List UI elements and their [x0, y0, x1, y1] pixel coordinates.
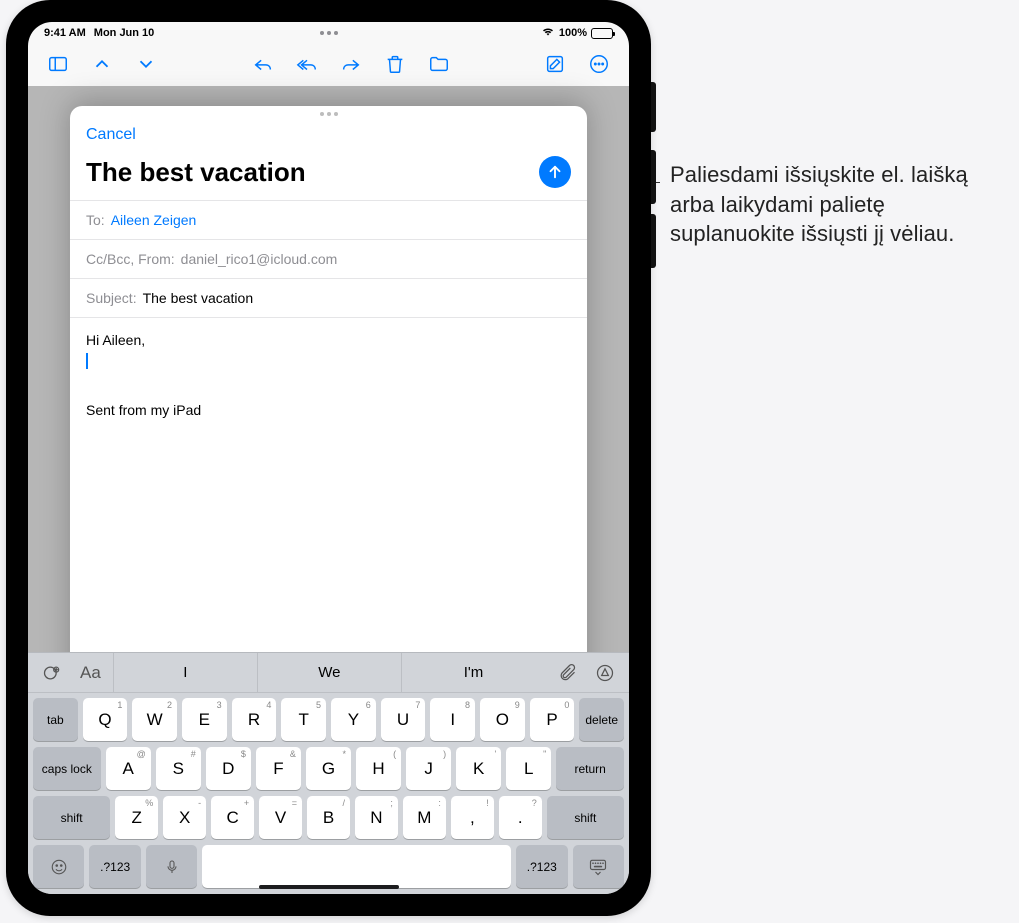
sidebar-toggle-button[interactable] [38, 46, 78, 82]
hide-keyboard-key[interactable] [573, 845, 624, 888]
cc-bcc-from-field[interactable]: Cc/Bcc, From: daniel_rico1@icloud.com [70, 239, 587, 278]
stickers-button[interactable] [36, 658, 68, 688]
key-a[interactable]: A@ [106, 747, 151, 790]
return-key[interactable]: return [556, 747, 624, 790]
sheet-grabber[interactable] [70, 106, 587, 116]
next-message-button[interactable] [126, 46, 166, 82]
key-g[interactable]: G* [306, 747, 351, 790]
battery-icon [591, 28, 613, 39]
key-x[interactable]: X- [163, 796, 206, 839]
volume-up-button [651, 150, 656, 204]
signature: Sent from my iPad [86, 400, 571, 421]
key-h[interactable]: H( [356, 747, 401, 790]
compose-title: The best vacation [86, 157, 306, 188]
arrow-up-icon [546, 163, 564, 181]
send-button[interactable] [539, 156, 571, 188]
format-button[interactable]: Aa [74, 658, 107, 688]
key-p[interactable]: P0 [530, 698, 575, 741]
key-u[interactable]: U7 [381, 698, 426, 741]
markup-button[interactable] [589, 658, 621, 688]
key-i[interactable]: I8 [430, 698, 475, 741]
dictation-key[interactable] [146, 845, 197, 888]
key-d[interactable]: D$ [206, 747, 251, 790]
prediction-2[interactable]: We [257, 653, 401, 692]
prediction-1[interactable]: I [113, 653, 257, 692]
forward-button[interactable] [331, 46, 371, 82]
space-key[interactable] [202, 845, 511, 888]
delete-key[interactable]: delete [579, 698, 624, 741]
key-.[interactable]: .? [499, 796, 542, 839]
prev-message-button[interactable] [82, 46, 122, 82]
prediction-3[interactable]: I'm [401, 653, 545, 692]
key-k[interactable]: K' [456, 747, 501, 790]
key-o[interactable]: O9 [480, 698, 525, 741]
key-l[interactable]: L" [506, 747, 551, 790]
home-indicator[interactable] [259, 885, 399, 889]
key-j[interactable]: J) [406, 747, 451, 790]
key-r[interactable]: R4 [232, 698, 277, 741]
key-z[interactable]: Z% [115, 796, 158, 839]
text-cursor [86, 353, 88, 369]
key-y[interactable]: Y6 [331, 698, 376, 741]
shift-right-key[interactable]: shift [547, 796, 624, 839]
multitasking-dots[interactable] [320, 31, 338, 35]
mail-toolbar [28, 42, 629, 86]
key-m[interactable]: M: [403, 796, 446, 839]
cc-label: Cc/Bcc, From: [86, 251, 175, 267]
cancel-button[interactable]: Cancel [86, 126, 136, 144]
key-c[interactable]: C+ [211, 796, 254, 839]
battery-percent: 100% [559, 27, 587, 39]
numbers-left-key[interactable]: .?123 [89, 845, 140, 888]
move-button[interactable] [419, 46, 459, 82]
emoji-key[interactable] [33, 845, 84, 888]
key-b[interactable]: B/ [307, 796, 350, 839]
compose-button[interactable] [535, 46, 575, 82]
key-s[interactable]: S# [156, 747, 201, 790]
to-label: To: [86, 212, 105, 228]
shift-left-key[interactable]: shift [33, 796, 110, 839]
to-recipient[interactable]: Aileen Zeigen [111, 212, 197, 228]
power-button [651, 82, 656, 132]
ipad-device-frame: 9:41 AM Mon Jun 10 100% [6, 0, 651, 916]
numbers-right-key[interactable]: .?123 [516, 845, 567, 888]
status-date: Mon Jun 10 [94, 27, 155, 39]
key-v[interactable]: V= [259, 796, 302, 839]
reply-button[interactable] [243, 46, 283, 82]
callout-text: Paliesdami išsiųskite el. laišką arba la… [670, 160, 1000, 249]
status-time: 9:41 AM [44, 27, 86, 39]
key-e[interactable]: E3 [182, 698, 227, 741]
key-f[interactable]: F& [256, 747, 301, 790]
status-bar: 9:41 AM Mon Jun 10 100% [28, 22, 629, 42]
trash-button[interactable] [375, 46, 415, 82]
keyboard: Aa I We I'm tab Q1W2E3R4T5Y6U7I8O9P0dele… [28, 652, 629, 894]
more-button[interactable] [579, 46, 619, 82]
subject-value: The best vacation [143, 290, 254, 306]
key-,[interactable]: ,! [451, 796, 494, 839]
subject-field[interactable]: Subject: The best vacation [70, 278, 587, 317]
keyboard-toolbar: Aa I We I'm [28, 653, 629, 693]
reply-all-button[interactable] [287, 46, 327, 82]
from-value: daniel_rico1@icloud.com [181, 251, 338, 267]
to-field[interactable]: To: Aileen Zeigen [70, 200, 587, 239]
body-greeting: Hi Aileen, [86, 330, 571, 351]
key-t[interactable]: T5 [281, 698, 326, 741]
subject-label: Subject: [86, 290, 137, 306]
screen: 9:41 AM Mon Jun 10 100% [28, 22, 629, 894]
wifi-icon [541, 26, 555, 40]
volume-down-button [651, 214, 656, 268]
key-q[interactable]: Q1 [83, 698, 128, 741]
key-n[interactable]: N; [355, 796, 398, 839]
attachment-button[interactable] [551, 658, 583, 688]
tab-key[interactable]: tab [33, 698, 78, 741]
capslock-key[interactable]: caps lock [33, 747, 101, 790]
key-w[interactable]: W2 [132, 698, 177, 741]
